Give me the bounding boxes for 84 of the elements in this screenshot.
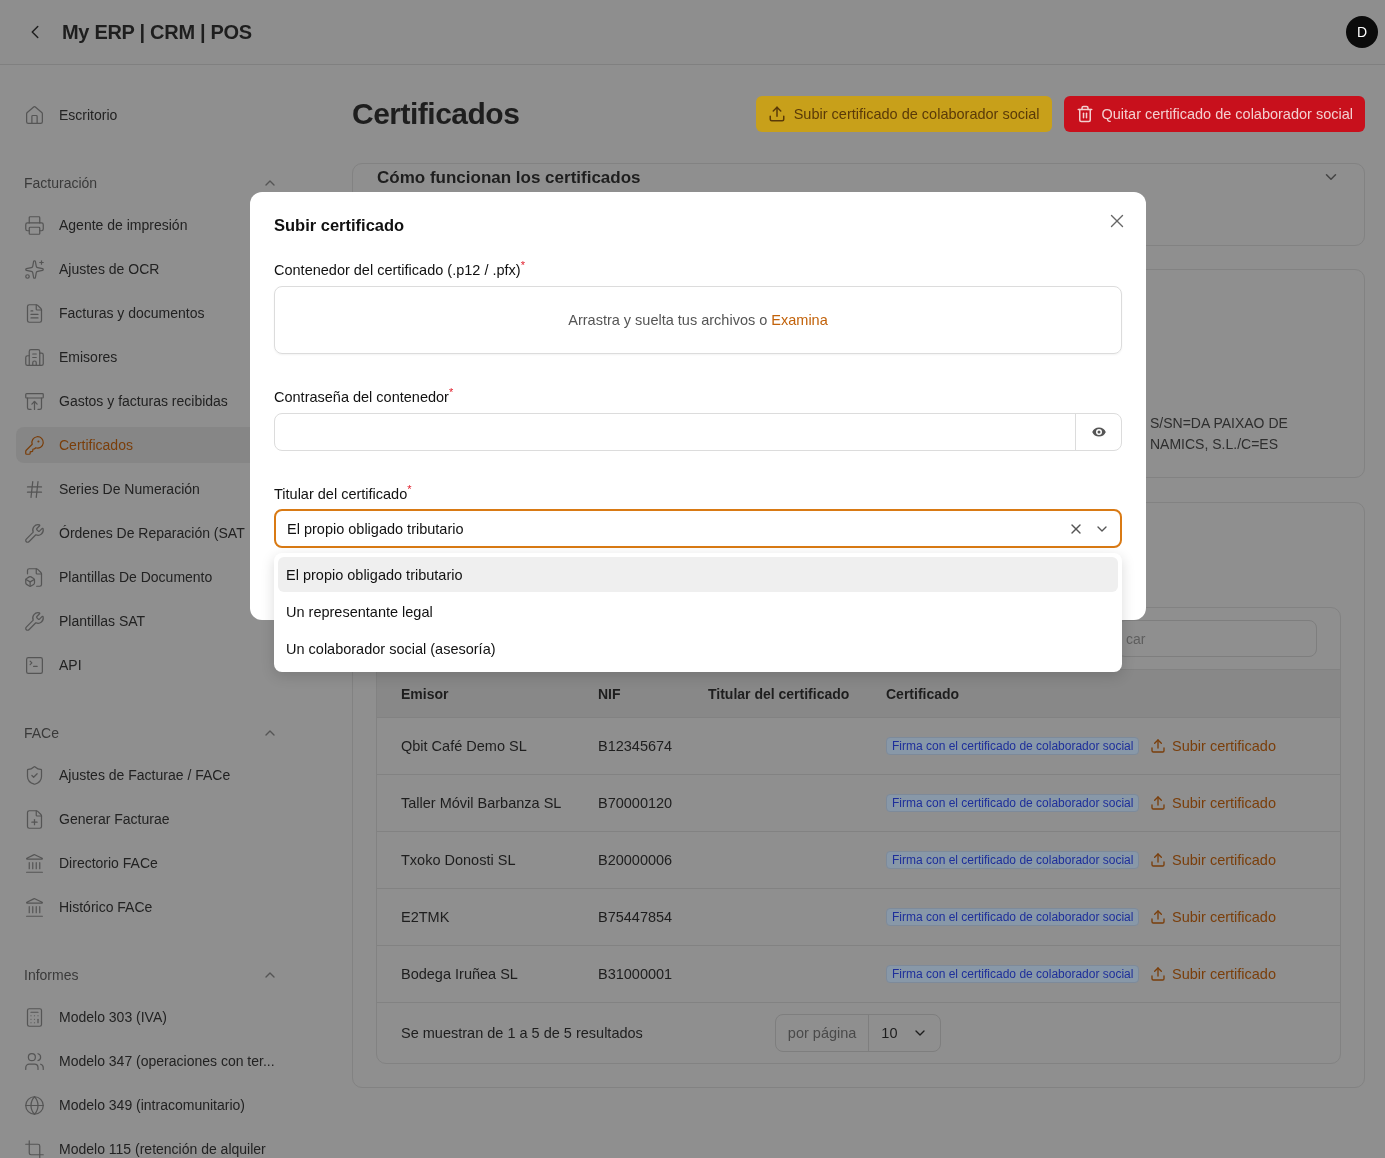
document-icon	[24, 566, 45, 588]
sidebar-item[interactable]: Generar Facturae	[16, 801, 286, 837]
key-icon	[24, 434, 45, 456]
section-header[interactable]: Facturación	[16, 163, 286, 203]
column-header: NIF	[598, 685, 621, 702]
tray-icon	[24, 390, 45, 412]
sidebar-item[interactable]: Histórico FACe	[16, 889, 286, 925]
status-tag: Firma con el certificado de colaborador social	[886, 908, 1140, 926]
per-page-selector[interactable]: por página 10	[774, 1014, 941, 1052]
trash-icon	[1075, 105, 1094, 123]
status-tag: Firma con el certificado de colaborador social	[886, 794, 1140, 812]
wrench-icon	[24, 610, 45, 632]
globe-icon	[24, 1094, 45, 1116]
info-text: NAMICS, S.L./C=ES	[1150, 435, 1278, 454]
sidebar-item[interactable]: Modelo 347 (operaciones con ter...	[16, 1043, 286, 1079]
required-mark: *	[448, 385, 454, 398]
field-label: Contenedor del certificado (.p12 / .pfx)$^{*}$	[274, 259, 525, 278]
sidebar-item[interactable]: Directorio FACe	[16, 845, 286, 881]
table-cell: Taller Móvil Barbanza SL	[401, 795, 562, 811]
table-cell: E2TMK	[401, 909, 450, 925]
user-avatar[interactable]: D	[1346, 16, 1378, 48]
tools-icon	[24, 522, 45, 544]
status-tag: Firma con el certificado de colaborador social	[886, 737, 1140, 755]
file-dropzone[interactable]: Arrastra y suelta tus archivos o Examina	[274, 285, 1122, 354]
table-cell: B75447854	[598, 909, 673, 925]
field-label: Contraseña del contenedor$^{*}$	[274, 385, 454, 405]
password-field[interactable]	[274, 412, 1122, 451]
column-header: Emisor	[401, 685, 449, 702]
sidebar-item[interactable]: Modelo 303 (IVA)	[16, 999, 286, 1035]
info-text: S/SN=DA PAIXAO DE	[1150, 414, 1288, 433]
crop-icon	[24, 1138, 45, 1158]
upload-link[interactable]: Subir certificado	[1150, 795, 1276, 811]
status-tag: Firma con el certificado de colaborador social	[886, 965, 1140, 983]
upload-link[interactable]: Subir certificado	[1150, 909, 1276, 925]
document-icon	[24, 302, 45, 324]
sparkles-icon	[24, 258, 45, 280]
hash-icon	[24, 478, 45, 500]
building-icon	[24, 346, 45, 368]
column-header: Certificado	[886, 685, 960, 702]
terminal-icon	[24, 654, 45, 676]
upload-link[interactable]: Subir certificado	[1150, 738, 1276, 754]
upload-link[interactable]: Subir certificado	[1150, 966, 1276, 982]
column-header: Titular del certificado	[708, 685, 850, 702]
results-summary: Se muestran de 1 a 5 de 5 resultados	[401, 1025, 643, 1041]
required-mark: *	[520, 259, 525, 271]
table-cell: B20000006	[598, 852, 673, 868]
accordion-title: Cómo funcionan los certificados	[377, 168, 641, 188]
printer-icon	[24, 214, 45, 236]
upload-icon	[1150, 738, 1166, 754]
field-label: Titular del certificado$^{*}$	[274, 482, 412, 502]
upload-icon	[1150, 795, 1166, 811]
status-tag: Firma con el certificado de colaborador social	[886, 851, 1140, 869]
calculator-icon	[24, 1006, 45, 1028]
required-mark: *	[407, 482, 412, 495]
table-cell: B31000001	[598, 966, 673, 982]
users-icon	[24, 1050, 45, 1072]
remove-button[interactable]: Quitar certificado de colaborador social	[1063, 96, 1365, 132]
upload-button[interactable]: Subir certificado de colaborador social	[755, 96, 1052, 132]
app-title: My ERP | CRM | POS	[62, 20, 252, 44]
section-header[interactable]: Informes	[16, 955, 286, 995]
upload-icon	[767, 105, 786, 123]
table-cell: B70000120	[598, 795, 673, 811]
sidebar-item[interactable]: Modelo 349 (intracomunitario)	[16, 1087, 286, 1123]
home-icon	[24, 104, 45, 126]
upload-icon	[1150, 852, 1166, 868]
upload-icon	[1150, 909, 1166, 925]
upload-icon	[1150, 966, 1166, 982]
bank-icon	[24, 896, 45, 918]
section-header[interactable]: FACe	[16, 713, 286, 753]
dropdown-option[interactable]: El propio obligado tributario	[278, 557, 1118, 593]
table-cell: Txoko Donosti SL	[401, 852, 516, 868]
shield-icon	[24, 764, 45, 786]
browse-link[interactable]: Examina	[771, 311, 828, 328]
table-cell: B12345674	[598, 738, 673, 754]
sidebar-item[interactable]: Escritorio	[16, 97, 286, 133]
upload-link[interactable]: Subir certificado	[1150, 852, 1276, 868]
sidebar-item[interactable]: Ajustes de Facturae / FACe	[16, 757, 286, 793]
table-cell: Bodega Iruñea SL	[401, 966, 518, 982]
page-title: Certificados	[352, 97, 521, 131]
sidebar-item[interactable]: Modelo 115 (retención de alquiler	[16, 1131, 286, 1158]
bank-icon	[24, 852, 45, 874]
dialog-title: Subir certificado	[274, 216, 405, 235]
file-plus-icon	[24, 808, 45, 830]
table-cell: Qbit Café Demo SL	[401, 738, 527, 754]
